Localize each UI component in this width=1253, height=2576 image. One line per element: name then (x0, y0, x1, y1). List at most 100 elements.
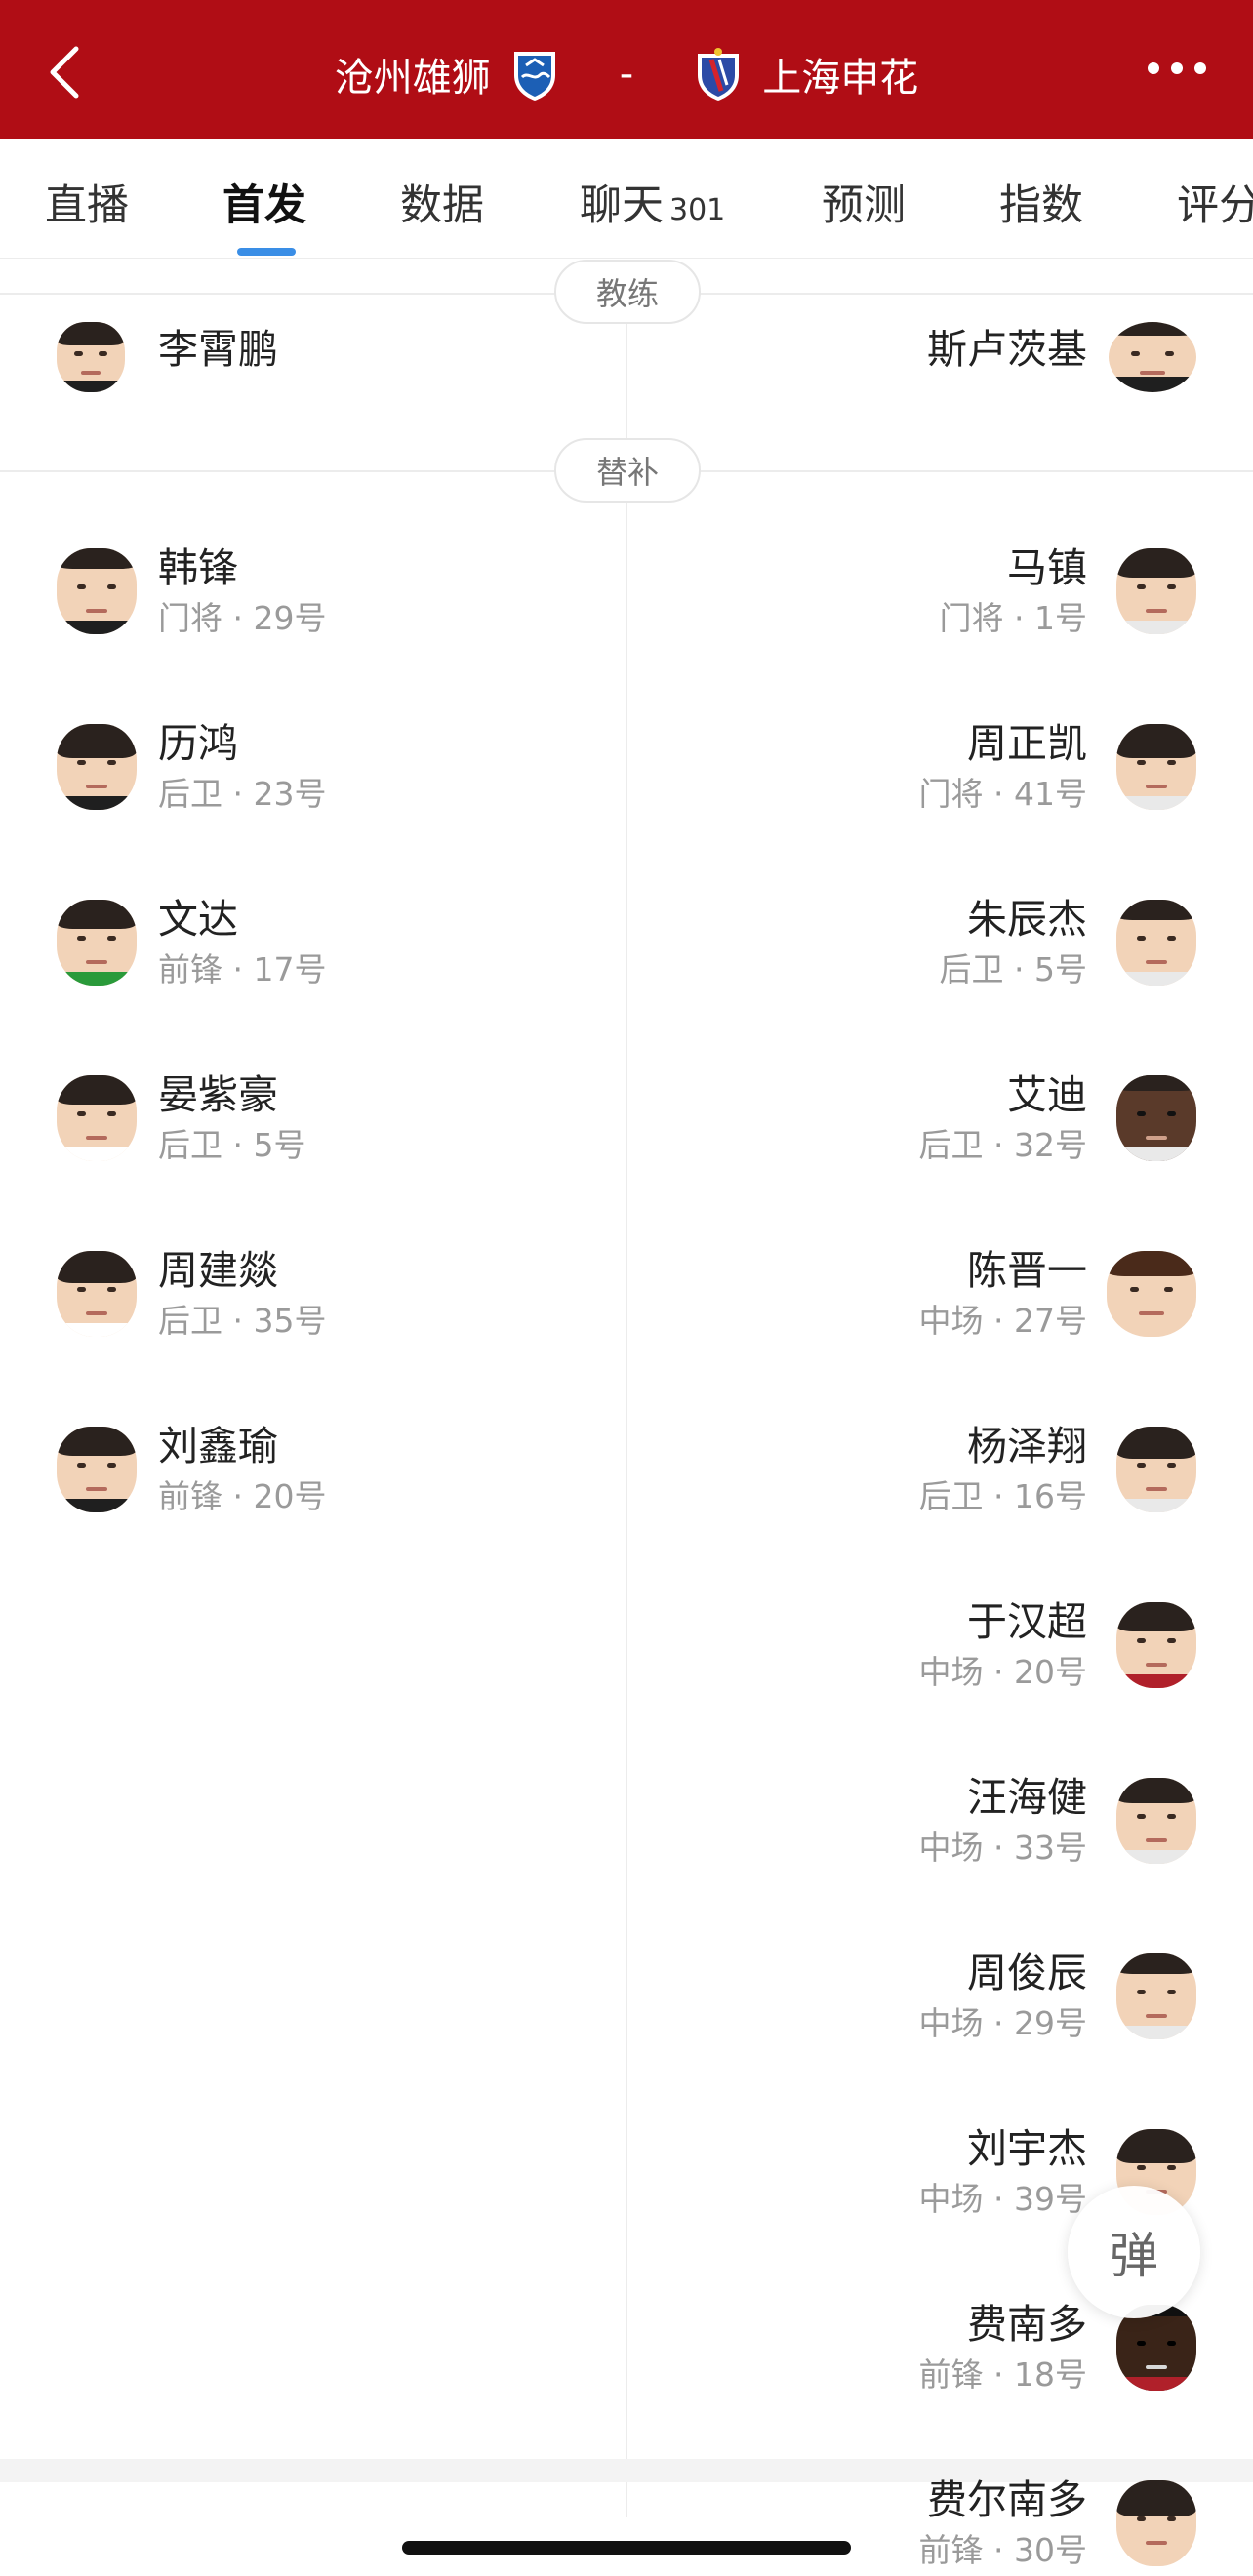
subs-section-label: 替补 (554, 438, 701, 503)
home-team[interactable]: 沧州雄狮 (335, 46, 579, 102)
player-avatar (1116, 1075, 1196, 1161)
player-position-number: 门将 · 29号 (158, 599, 327, 637)
player-name: 马镇 (1007, 544, 1087, 591)
away-sub-player[interactable]: 陈晋一 中场 · 27号 (677, 1245, 1204, 1343)
player-name: 韩锋 (158, 544, 238, 591)
score-separator: - (619, 52, 634, 97)
player-name: 刘宇杰 (967, 2125, 1087, 2172)
away-sub-player[interactable]: 周正凯 门将 · 41号 (677, 718, 1204, 816)
player-position-number: 门将 · 1号 (939, 599, 1087, 637)
match-title: 沧州雄狮 - 上海申花 (0, 35, 1253, 113)
home-sub-player[interactable]: 刘鑫瑜 前锋 · 20号 (49, 1421, 576, 1518)
away-sub-player[interactable]: 费尔南多 前锋 · 30号 (677, 2475, 1204, 2572)
player-avatar (1116, 900, 1196, 986)
more-dot-icon (1148, 62, 1159, 74)
player-avatar (57, 1427, 137, 1512)
player-position-number: 中场 · 27号 (918, 1302, 1087, 1340)
home-sub-player[interactable]: 晏紫豪 后卫 · 5号 (49, 1069, 576, 1167)
player-name: 杨泽翔 (967, 1423, 1087, 1469)
away-sub-player[interactable]: 杨泽翔 后卫 · 16号 (677, 1421, 1204, 1518)
away-team[interactable]: 上海申花 (674, 46, 918, 102)
tab-bar: 直播 首发 数据 聊天 301 预测 指数 评分 (0, 139, 1253, 258)
away-team-name: 上海申花 (762, 56, 919, 101)
coach-name: 斯卢茨基 (927, 326, 1087, 373)
player-position-number: 中场 · 33号 (918, 1829, 1087, 1867)
player-name: 晏紫豪 (158, 1071, 278, 1118)
player-avatar (57, 724, 137, 810)
player-position-number: 前锋 · 20号 (158, 1477, 327, 1515)
player-position-number: 后卫 · 5号 (158, 1126, 306, 1164)
tab-stats[interactable]: 数据 (400, 172, 484, 232)
player-position-number: 前锋 · 18号 (918, 2355, 1087, 2394)
away-sub-player[interactable]: 艾迪 后卫 · 32号 (677, 1069, 1204, 1167)
player-position-number: 中场 · 20号 (918, 1653, 1087, 1691)
player-position-number: 后卫 · 5号 (939, 950, 1087, 988)
player-position-number: 后卫 · 16号 (918, 1477, 1087, 1515)
player-position-number: 中场 · 29号 (918, 2004, 1087, 2042)
away-sub-player[interactable]: 马镇 门将 · 1号 (677, 543, 1204, 640)
coach-section-label: 教练 (554, 260, 701, 324)
away-sub-player[interactable]: 于汉超 中场 · 20号 (677, 1596, 1204, 1694)
player-position-number: 门将 · 41号 (918, 775, 1087, 813)
tab-lineup[interactable]: 首发 (222, 172, 306, 232)
away-sub-player[interactable]: 朱辰杰 后卫 · 5号 (677, 894, 1204, 991)
more-dot-icon (1171, 62, 1183, 74)
home-sub-player[interactable]: 文达 前锋 · 17号 (49, 894, 576, 991)
player-avatar (57, 900, 137, 986)
home-coach[interactable]: 李霄鹏 (49, 322, 576, 396)
danmaku-button[interactable]: 弹 (1068, 2186, 1200, 2318)
player-name: 费尔南多 (927, 2476, 1087, 2523)
home-indicator[interactable] (402, 2541, 851, 2555)
coach-avatar (1109, 322, 1196, 392)
player-name: 周建燚 (158, 1247, 278, 1294)
home-sub-player[interactable]: 韩锋 门将 · 29号 (49, 543, 576, 640)
player-avatar (57, 548, 137, 634)
player-avatar (1116, 2480, 1196, 2566)
more-options-button[interactable] (1148, 62, 1206, 74)
player-avatar (1116, 1778, 1196, 1864)
player-name: 艾迪 (1007, 1071, 1087, 1118)
player-name: 陈晋一 (967, 1247, 1087, 1294)
player-avatar (1116, 1427, 1196, 1512)
tab-odds[interactable]: 指数 (999, 172, 1083, 232)
player-name: 朱辰杰 (967, 896, 1087, 943)
player-position-number: 后卫 · 23号 (158, 775, 327, 813)
player-name: 历鸿 (158, 720, 238, 767)
player-name: 汪海健 (967, 1774, 1087, 1821)
home-sub-player[interactable]: 历鸿 后卫 · 23号 (49, 718, 576, 816)
player-name: 费南多 (967, 2301, 1087, 2348)
player-avatar (57, 1075, 137, 1161)
chat-count-badge: 301 (669, 193, 726, 227)
tab-predict[interactable]: 预测 (822, 172, 906, 232)
player-position-number: 后卫 · 32号 (918, 1126, 1087, 1164)
player-name: 刘鑫瑜 (158, 1423, 278, 1469)
match-header: 沧州雄狮 - 上海申花 (0, 0, 1253, 139)
tab-chat[interactable]: 聊天 301 (580, 172, 725, 232)
player-avatar (1116, 724, 1196, 810)
away-team-crest-icon (698, 48, 740, 101)
player-avatar (57, 1251, 137, 1337)
tab-live[interactable]: 直播 (45, 172, 129, 232)
player-avatar (1116, 1953, 1196, 2039)
player-name: 于汉超 (967, 1598, 1087, 1645)
home-team-crest-icon (513, 52, 555, 101)
player-avatar (1107, 1251, 1196, 1337)
active-tab-indicator (237, 248, 296, 256)
player-position-number: 前锋 · 17号 (158, 950, 327, 988)
away-sub-player[interactable]: 汪海健 中场 · 33号 (677, 1772, 1204, 1870)
more-dot-icon (1194, 62, 1206, 74)
away-sub-player[interactable]: 周俊辰 中场 · 29号 (677, 1948, 1204, 2045)
player-position-number: 前锋 · 30号 (918, 2531, 1087, 2569)
player-name: 文达 (158, 896, 238, 943)
away-coach[interactable]: 斯卢茨基 (677, 322, 1204, 396)
tabs-divider (0, 258, 1253, 259)
home-sub-player[interactable]: 周建燚 后卫 · 35号 (49, 1245, 576, 1343)
coach-avatar (57, 322, 125, 392)
tab-rating[interactable]: 评分 (1177, 172, 1253, 232)
player-name: 周正凯 (967, 720, 1087, 767)
coach-name: 李霄鹏 (158, 326, 278, 373)
home-team-name: 沧州雄狮 (334, 56, 491, 101)
player-position-number: 后卫 · 35号 (158, 1302, 327, 1340)
player-avatar (1116, 1602, 1196, 1688)
player-name: 周俊辰 (967, 1950, 1087, 1996)
